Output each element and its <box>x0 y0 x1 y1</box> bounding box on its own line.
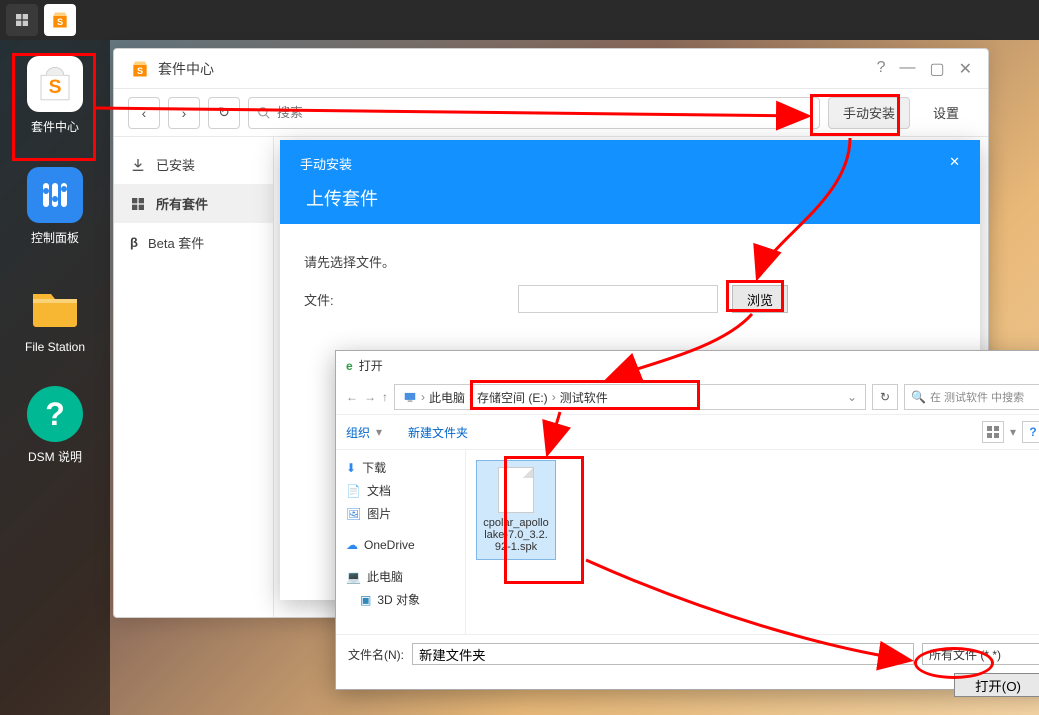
upload-prompt: 请先选择文件。 <box>304 252 956 271</box>
grid-icon <box>130 196 146 212</box>
organize-menu[interactable]: 组织 <box>346 424 370 441</box>
file-name: cpolar_apollolake-7.0_3.2.92-1.spk <box>483 517 549 553</box>
pkg-sidebar: 已安装 所有套件 β Beta 套件 <box>114 137 274 617</box>
window-title: 套件中心 <box>158 59 877 79</box>
pkg-center-icon: S <box>130 59 150 79</box>
search-icon: 🔍 <box>911 390 926 404</box>
nav-fwd-icon[interactable]: → <box>364 390 376 404</box>
search-input[interactable] <box>277 105 811 120</box>
beta-icon: β <box>130 235 138 250</box>
view-thumbs-icon[interactable] <box>982 421 1004 443</box>
filename-input[interactable] <box>412 643 914 665</box>
sidebar-item-installed[interactable]: 已安装 <box>114 145 273 184</box>
dialog-header-small: 手动安装 <box>300 154 352 173</box>
download-icon <box>130 157 146 173</box>
refresh-icon[interactable]: ↻ <box>872 384 898 410</box>
help-icon[interactable]: ? <box>877 59 886 79</box>
settings-button[interactable]: 设置 <box>918 97 974 129</box>
svg-text:S: S <box>49 77 62 98</box>
svg-text:S: S <box>137 66 143 76</box>
file-icon <box>498 467 534 513</box>
tree-downloads[interactable]: ⬇下载 <box>342 456 459 479</box>
browse-button[interactable]: 浏览 <box>732 285 788 313</box>
svg-text:S: S <box>57 17 63 27</box>
dialog-title: 上传套件 <box>306 185 960 211</box>
file-list: cpolar_apollolake-7.0_3.2.92-1.spk <box>466 450 1039 634</box>
search-box[interactable] <box>248 97 820 129</box>
dialog-close-icon[interactable]: ✕ <box>949 154 960 173</box>
search-icon <box>257 106 271 120</box>
close-icon[interactable]: ✕ <box>959 59 972 79</box>
breadcrumb[interactable]: › 此电脑 › 存储空间 (E:) › 测试软件 ⌄ <box>394 384 866 410</box>
file-filter[interactable]: 所有文件 (*.*) <box>922 643 1039 665</box>
file-dialog-title: 打开 <box>359 357 383 374</box>
chevron-down-icon[interactable]: ⌄ <box>847 390 857 404</box>
nav-back-icon[interactable]: ← <box>346 390 358 404</box>
dock-label: 套件中心 <box>31 118 79 135</box>
dock-item-file-station[interactable]: File Station <box>25 278 85 354</box>
tree-onedrive[interactable]: ☁OneDrive <box>342 535 459 555</box>
window-titlebar: S 套件中心 ? — ▢ ✕ <box>114 49 988 89</box>
tree-3d-objects[interactable]: ▣3D 对象 <box>342 588 459 611</box>
nav-up-icon[interactable]: ↑ <box>382 390 388 404</box>
tree-pictures[interactable]: 🖼图片 <box>342 502 459 525</box>
taskbar-pkg-icon[interactable]: S <box>44 4 76 36</box>
taskbar: S <box>0 0 1039 40</box>
nav-forward-button[interactable]: › <box>168 97 200 129</box>
file-search-box[interactable]: 🔍 在 测试软件 中搜索 <box>904 384 1039 410</box>
folder-tree: ⬇下载 📄文档 🖼图片 ☁OneDrive 💻此电脑 ▣3D 对象 <box>336 450 466 634</box>
dock-label: File Station <box>25 340 85 354</box>
view-info-icon[interactable]: ? <box>1022 421 1039 443</box>
minimize-icon[interactable]: — <box>899 59 915 79</box>
tree-this-pc[interactable]: 💻此电脑 <box>342 565 459 588</box>
ie-icon: e <box>346 359 353 373</box>
sidebar-item-beta[interactable]: β Beta 套件 <box>114 223 273 262</box>
filename-label: 文件名(N): <box>348 646 404 663</box>
file-item-selected[interactable]: cpolar_apollolake-7.0_3.2.92-1.spk <box>476 460 556 560</box>
dock-item-package-center[interactable]: S 套件中心 <box>27 56 83 135</box>
dock-item-control-panel[interactable]: 控制面板 <box>27 167 83 246</box>
dock-label: 控制面板 <box>31 229 79 246</box>
open-button[interactable]: 打开(O) <box>954 673 1039 697</box>
tree-documents[interactable]: 📄文档 <box>342 479 459 502</box>
maximize-icon[interactable]: ▢ <box>929 59 944 79</box>
file-open-dialog: e 打开 ← → ↑ › 此电脑 › 存储空间 (E:) › 测试软件 ⌄ ↻ … <box>335 350 1039 690</box>
dock-label: DSM 说明 <box>28 448 82 465</box>
refresh-button[interactable]: ↻ <box>208 97 240 129</box>
sidebar-item-all[interactable]: 所有套件 <box>114 184 273 223</box>
desktop-dock: S 套件中心 控制面板 File Station ? DSM 说明 <box>0 40 110 715</box>
taskbar-grid-icon[interactable] <box>6 4 38 36</box>
window-toolbar: ‹ › ↻ 手动安装 设置 <box>114 89 988 137</box>
manual-install-button[interactable]: 手动安装 <box>828 97 910 129</box>
file-label: 文件: <box>304 290 504 309</box>
file-input[interactable] <box>518 285 718 313</box>
new-folder-button[interactable]: 新建文件夹 <box>408 424 468 441</box>
nav-back-button[interactable]: ‹ <box>128 97 160 129</box>
pc-icon <box>403 390 417 404</box>
dock-item-dsm-help[interactable]: ? DSM 说明 <box>27 386 83 465</box>
